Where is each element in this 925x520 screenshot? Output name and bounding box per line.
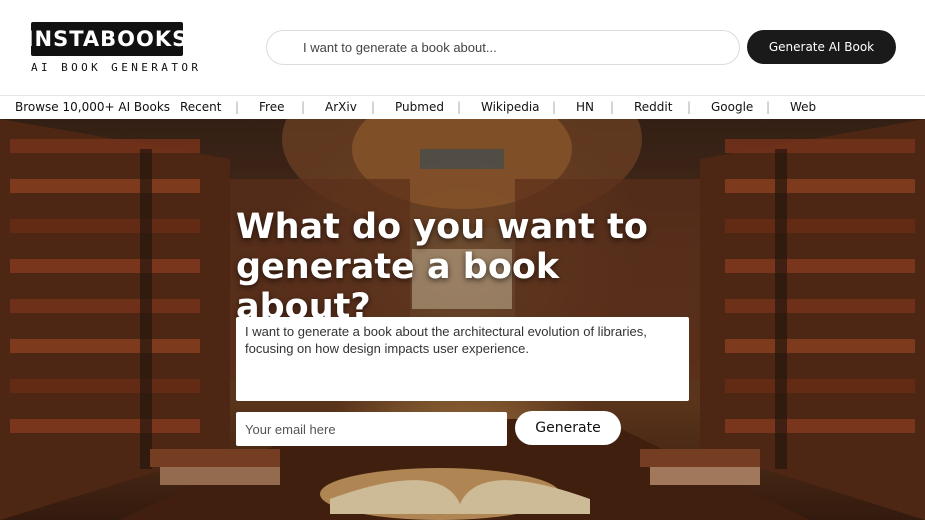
nav-wikipedia[interactable]: Wikipedia	[481, 100, 540, 114]
category-nav: Browse 10,000+ AI Books Recent | Free | …	[0, 95, 925, 119]
nav-recent[interactable]: Recent	[180, 100, 221, 114]
nav-separator: |	[301, 100, 306, 114]
logo-title: INSTABOOKS	[26, 22, 187, 56]
nav-separator: |	[766, 100, 771, 114]
nav-free[interactable]: Free	[259, 100, 284, 114]
logo-subtitle: AI BOOK GENERATOR	[31, 61, 202, 74]
hero-heading: What do you want to generate a book abou…	[236, 207, 648, 327]
nav-pubmed[interactable]: Pubmed	[395, 100, 444, 114]
instabooks-logo[interactable]: INSTABOOKS AI BOOK GENERATOR	[26, 22, 202, 74]
email-field[interactable]	[236, 412, 507, 446]
nav-separator: |	[371, 100, 376, 114]
nav-separator: |	[235, 100, 240, 114]
nav-reddit[interactable]: Reddit	[634, 100, 672, 114]
nav-browse-all[interactable]: Browse 10,000+ AI Books	[15, 100, 170, 114]
nav-arxiv[interactable]: ArXiv	[325, 100, 357, 114]
site-header: INSTABOOKS AI BOOK GENERATOR Generate AI…	[0, 0, 925, 95]
book-topic-textarea[interactable]: I want to generate a book about the arch…	[236, 317, 689, 401]
generate-ai-book-button[interactable]: Generate AI Book	[747, 30, 896, 64]
nav-separator: |	[552, 100, 557, 114]
hero-section: What do you want to generate a book abou…	[0, 119, 925, 520]
nav-separator: |	[610, 100, 615, 114]
generate-button[interactable]: Generate	[515, 411, 621, 445]
nav-web[interactable]: Web	[790, 100, 816, 114]
nav-hn[interactable]: HN	[576, 100, 594, 114]
nav-separator: |	[687, 100, 692, 114]
nav-google[interactable]: Google	[711, 100, 753, 114]
search-input[interactable]	[266, 30, 740, 65]
nav-separator: |	[457, 100, 462, 114]
